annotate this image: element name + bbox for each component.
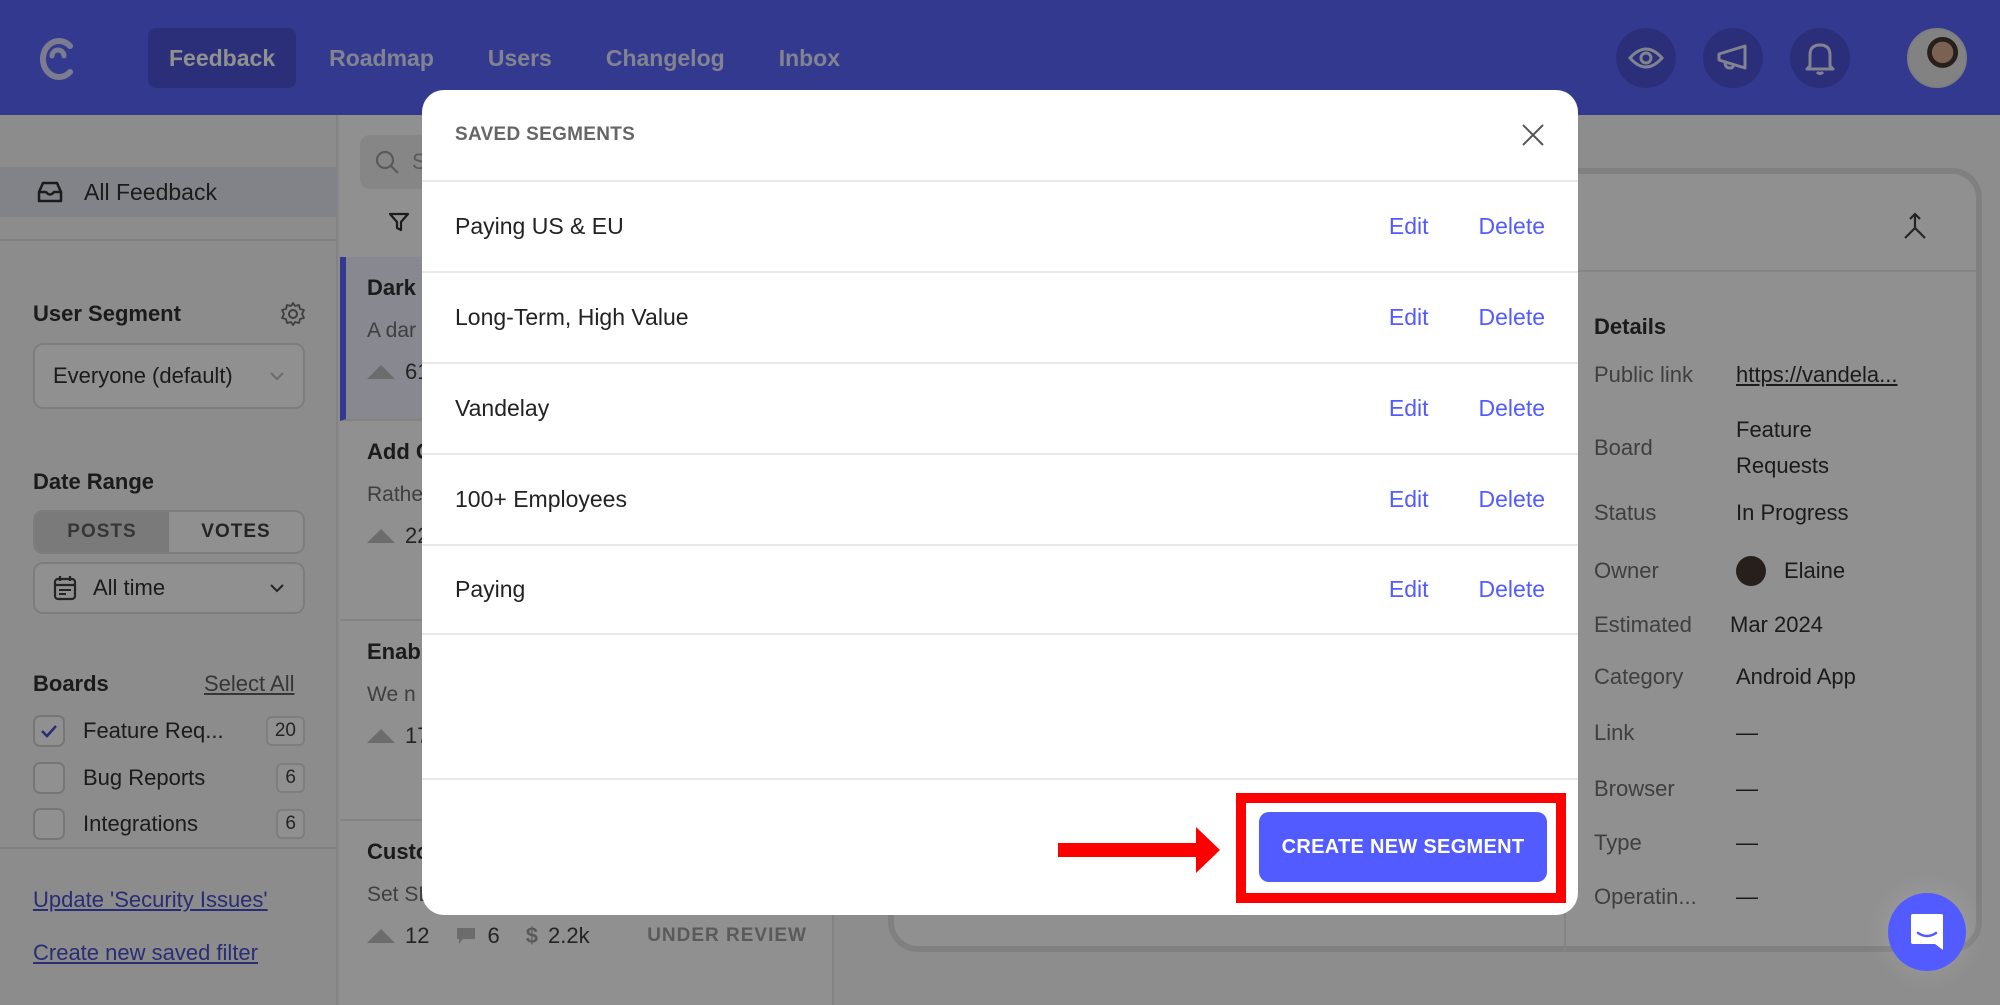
segment-row: Long-Term, High Value Edit Delete xyxy=(422,271,1578,362)
edit-segment-button[interactable]: Edit xyxy=(1389,486,1429,513)
annotation-highlight-box xyxy=(1236,793,1566,903)
close-icon[interactable] xyxy=(1518,120,1548,150)
chat-icon xyxy=(1911,914,1943,950)
segment-row: Vandelay Edit Delete xyxy=(422,362,1578,453)
modal-title: SAVED SEGMENTS xyxy=(455,124,636,145)
segment-name: Paying US & EU xyxy=(455,213,624,239)
segment-row: 100+ Employees Edit Delete xyxy=(422,453,1578,544)
saved-segments-modal: SAVED SEGMENTS Paying US & EU Edit Delet… xyxy=(422,90,1578,915)
segments-list: Paying US & EU Edit Delete Long-Term, Hi… xyxy=(422,180,1578,635)
delete-segment-button[interactable]: Delete xyxy=(1479,486,1545,513)
edit-segment-button[interactable]: Edit xyxy=(1389,304,1429,331)
annotation-arrow xyxy=(1058,843,1198,857)
divider xyxy=(422,778,1578,780)
delete-segment-button[interactable]: Delete xyxy=(1479,304,1545,331)
edit-segment-button[interactable]: Edit xyxy=(1389,213,1429,240)
delete-segment-button[interactable]: Delete xyxy=(1479,395,1545,422)
edit-segment-button[interactable]: Edit xyxy=(1389,395,1429,422)
delete-segment-button[interactable]: Delete xyxy=(1479,576,1545,603)
chat-widget-button[interactable] xyxy=(1888,893,1966,971)
segment-name: Long-Term, High Value xyxy=(455,304,689,330)
segment-row: Paying US & EU Edit Delete xyxy=(422,180,1578,271)
edit-segment-button[interactable]: Edit xyxy=(1389,576,1429,603)
delete-segment-button[interactable]: Delete xyxy=(1479,213,1545,240)
segment-name: Vandelay xyxy=(455,395,550,421)
annotation-arrow-head xyxy=(1196,827,1220,873)
segment-name: 100+ Employees xyxy=(455,486,627,512)
segment-row: Paying Edit Delete xyxy=(422,544,1578,635)
segment-name: Paying xyxy=(455,576,526,602)
